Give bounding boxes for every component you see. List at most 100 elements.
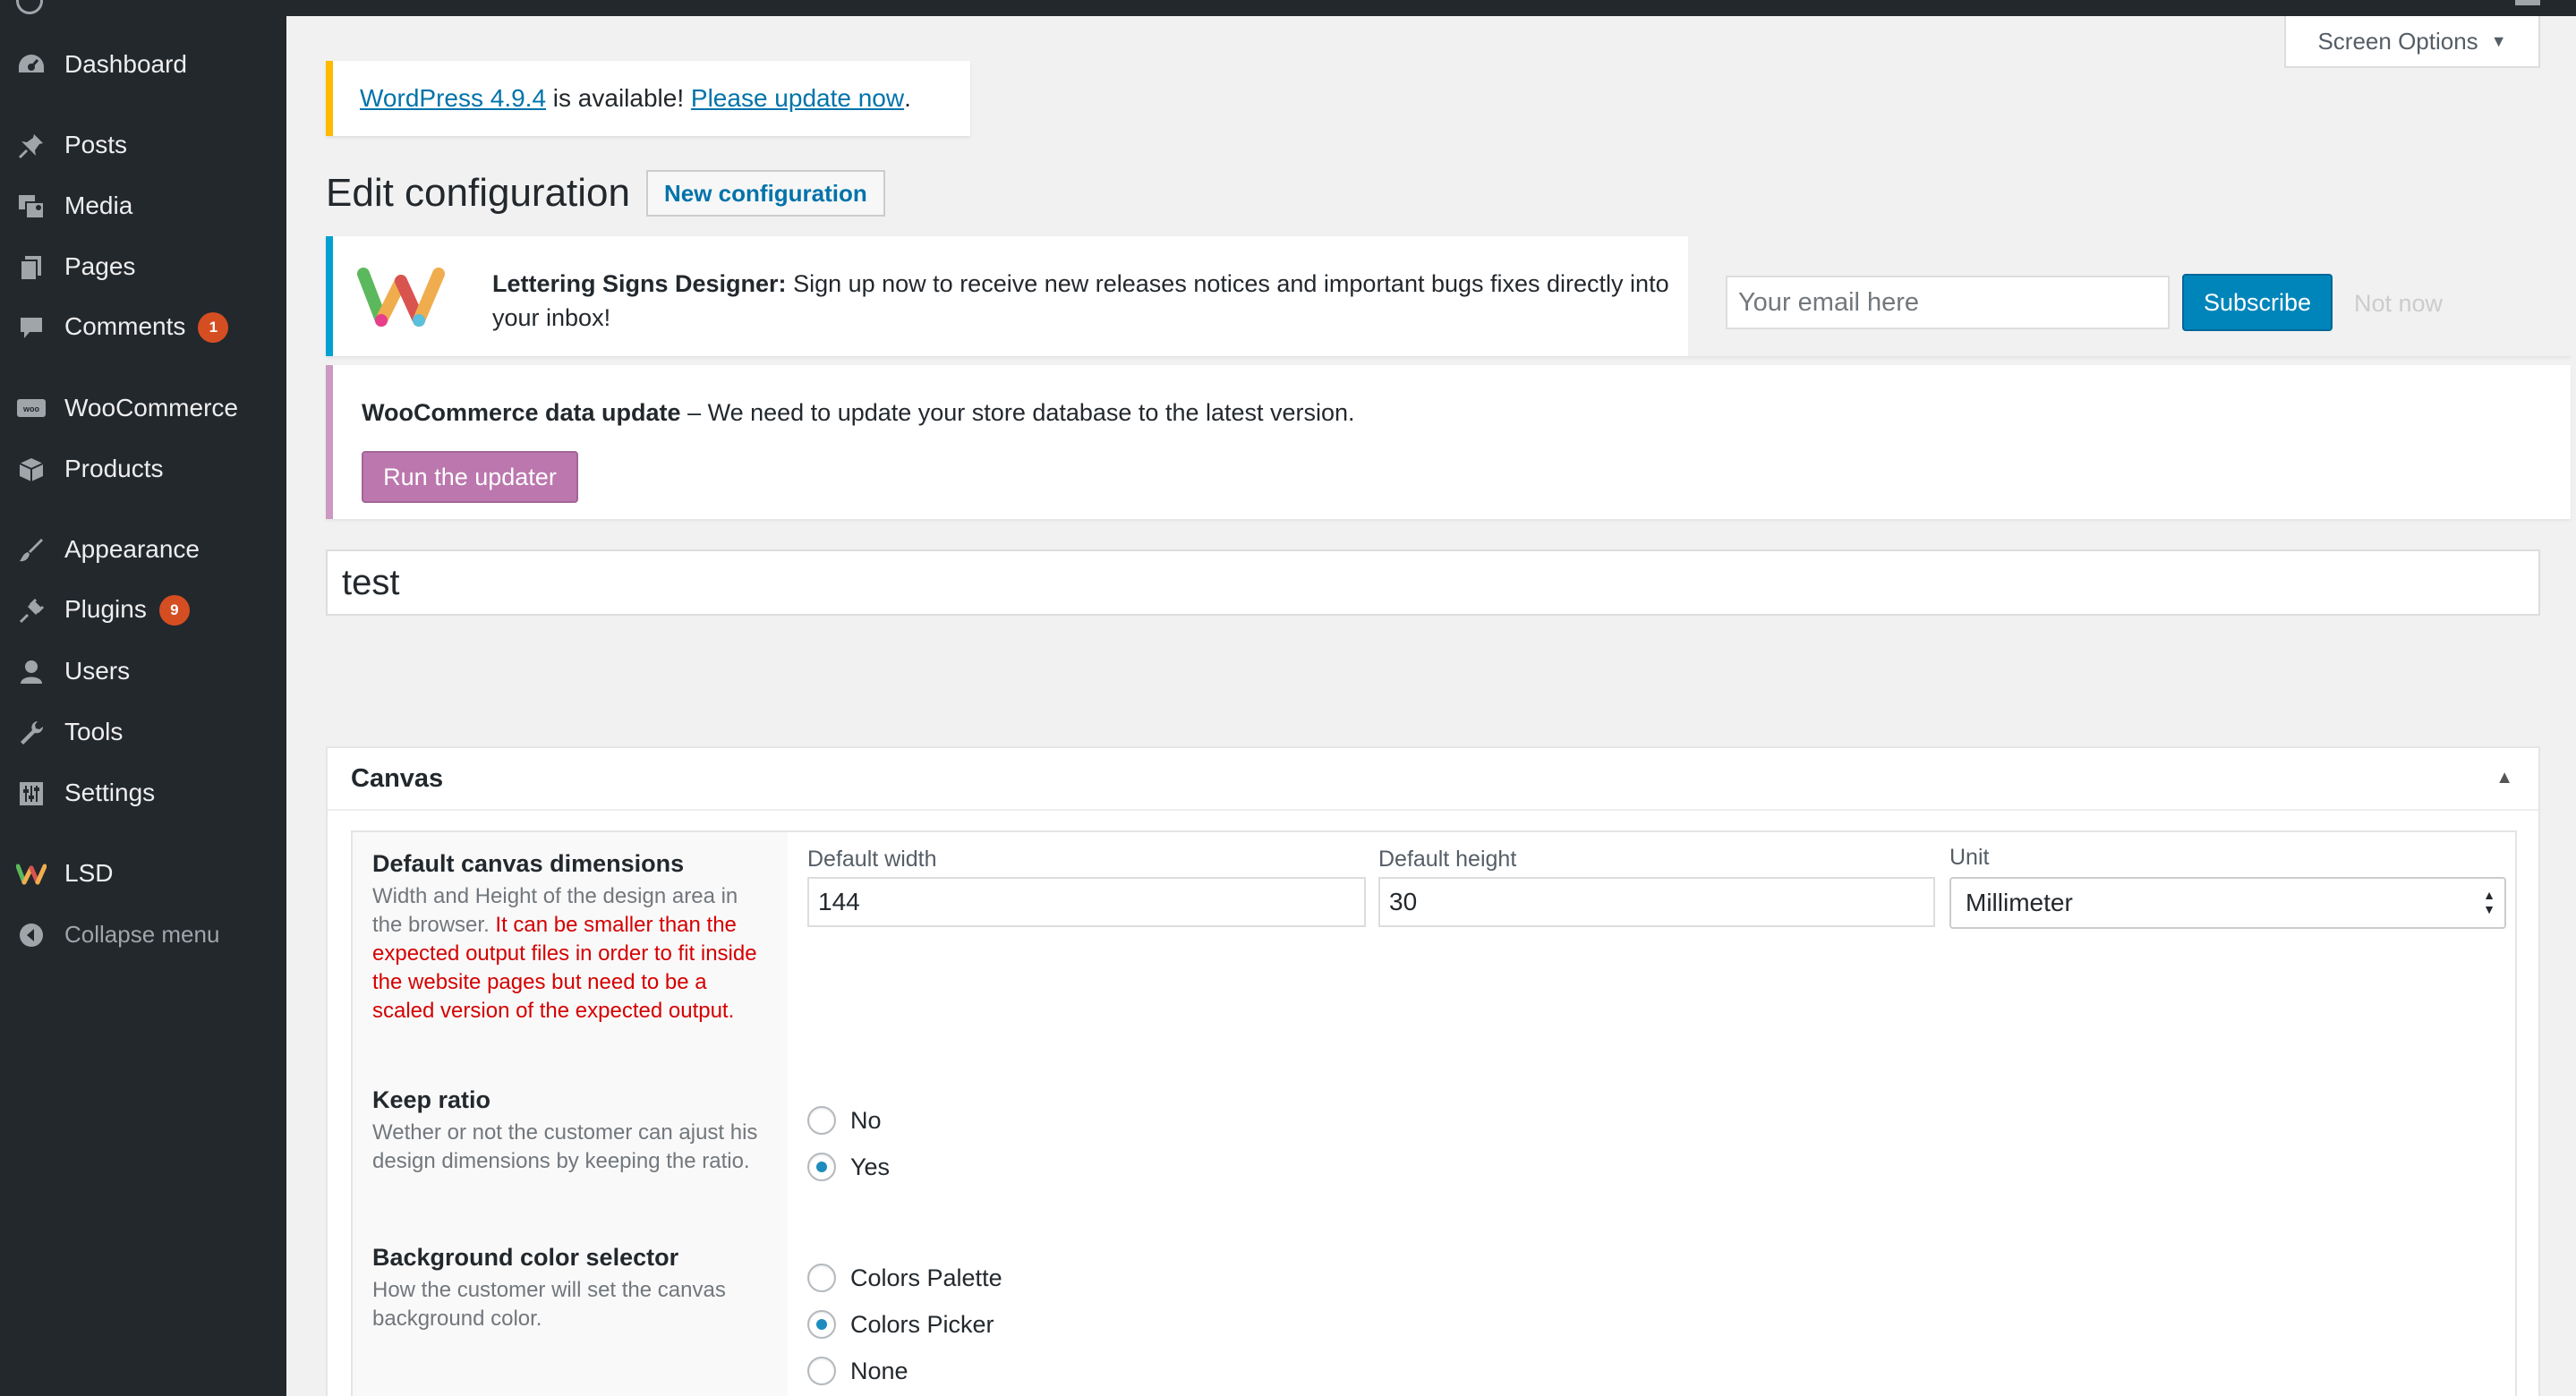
keep-ratio-option-yes[interactable]: Yes bbox=[807, 1153, 890, 1181]
collapse-toggle-icon[interactable]: ▲ bbox=[2495, 768, 2513, 788]
default-width-input[interactable] bbox=[807, 877, 1366, 927]
collapse-arrow-icon bbox=[16, 922, 47, 949]
radio-label: None bbox=[850, 1357, 908, 1384]
sidebar-item-tools[interactable]: Tools bbox=[0, 705, 286, 759]
pages-icon bbox=[16, 254, 47, 281]
update-nag-notice: WordPress 4.9.4 is available! Please upd… bbox=[326, 61, 970, 136]
sidebar-item-label: Appearance bbox=[64, 535, 200, 563]
comment-icon bbox=[16, 315, 47, 342]
lsd-notice-message: Lettering Signs Designer: Sign up now to… bbox=[492, 267, 1674, 335]
sidebar-item-label: Posts bbox=[64, 131, 128, 158]
svg-text:woo: woo bbox=[22, 404, 39, 413]
unit-select[interactable]: Millimeter ▲ ▼ bbox=[1949, 877, 2506, 929]
sidebar-item-dashboard[interactable]: Dashboard bbox=[0, 38, 286, 91]
subscribe-button[interactable]: Subscribe bbox=[2182, 274, 2333, 331]
page-title: Edit configuration bbox=[326, 171, 630, 215]
sidebar-item-label: Comments 1 bbox=[64, 312, 229, 344]
canvas-metabox: Canvas ▲ Default canvas dimensions Width… bbox=[326, 746, 2540, 1396]
main-content: Screen Options ▼ WordPress 4.9.4 is avai… bbox=[286, 16, 2576, 1396]
sidebar-item-label: Dashboard bbox=[64, 50, 187, 78]
page-heading: Edit configuration New configuration bbox=[326, 170, 885, 217]
subscribe-area: Subscribe Not now bbox=[1688, 236, 2576, 356]
plugins-count-badge: 9 bbox=[158, 595, 190, 626]
sidebar-item-label: Users bbox=[64, 657, 131, 685]
wordpress-logo-icon[interactable] bbox=[16, 0, 43, 14]
sidebar-item-comments[interactable]: Comments 1 bbox=[0, 301, 286, 354]
pushpin-icon bbox=[16, 132, 47, 159]
keep-ratio-field-title: Keep ratio bbox=[372, 1086, 491, 1113]
sidebar-item-pages[interactable]: Pages bbox=[0, 240, 286, 294]
user-icon bbox=[16, 659, 47, 685]
default-width-label: Default width bbox=[807, 847, 937, 872]
bg-option-colors-picker[interactable]: Colors Picker bbox=[807, 1310, 994, 1339]
paintbrush-icon bbox=[16, 537, 47, 564]
collapse-menu-button[interactable]: Collapse menu bbox=[0, 907, 286, 961]
bg-option-none[interactable]: None bbox=[807, 1357, 908, 1385]
configuration-title-input[interactable] bbox=[326, 549, 2540, 616]
update-now-link[interactable]: Please update now bbox=[691, 84, 904, 113]
sidebar-item-products[interactable]: Products bbox=[0, 442, 286, 496]
sidebar-item-label: WooCommerce bbox=[64, 394, 238, 421]
screen-options-label: Screen Options bbox=[2317, 27, 2478, 55]
sidebar-item-users[interactable]: Users bbox=[0, 644, 286, 698]
comments-count-badge: 1 bbox=[198, 312, 229, 344]
default-height-label: Default height bbox=[1378, 847, 1517, 872]
lsd-signup-notice: Lettering Signs Designer: Sign up now to… bbox=[326, 236, 2576, 356]
sidebar-item-label: Collapse menu bbox=[64, 920, 220, 948]
sidebar-item-label: Settings bbox=[64, 779, 156, 806]
unit-label: Unit bbox=[1949, 845, 1990, 870]
select-arrows-icon: ▲ ▼ bbox=[2483, 888, 2495, 916]
woocommerce-icon: woo bbox=[16, 396, 47, 422]
wordpress-version-link[interactable]: WordPress 4.9.4 bbox=[360, 84, 546, 113]
radio-label: Colors Picker bbox=[850, 1310, 994, 1338]
radio-button[interactable] bbox=[807, 1357, 836, 1385]
sidebar-item-lsd[interactable]: LSD bbox=[0, 847, 286, 900]
update-nag-end: . bbox=[904, 84, 911, 112]
settings-icon bbox=[16, 780, 47, 807]
woocommerce-update-notice: WooCommerce data update – We need to upd… bbox=[326, 365, 2571, 519]
sidebar-item-posts[interactable]: Posts bbox=[0, 118, 286, 172]
sidebar-item-label: LSD bbox=[64, 859, 114, 887]
new-configuration-button[interactable]: New configuration bbox=[646, 170, 885, 217]
woo-notice-title: WooCommerce data update bbox=[362, 399, 681, 426]
screen-options-button[interactable]: Screen Options ▼ bbox=[2284, 16, 2540, 68]
canvas-metabox-title: Canvas bbox=[351, 764, 444, 793]
admin-bar bbox=[0, 0, 2576, 16]
radio-button-checked[interactable] bbox=[807, 1310, 836, 1339]
dimensions-field-title: Default canvas dimensions bbox=[372, 850, 685, 877]
woo-notice-text: – We need to update your store database … bbox=[680, 399, 1355, 426]
box-icon bbox=[16, 456, 47, 483]
radio-button[interactable] bbox=[807, 1106, 836, 1135]
sidebar-item-label: Products bbox=[64, 455, 164, 482]
lsd-notice-brand: Lettering Signs Designer: bbox=[492, 270, 787, 297]
sidebar-item-appearance[interactable]: Appearance bbox=[0, 523, 286, 576]
bg-selector-field-description: How the customer will set the canvas bac… bbox=[372, 1278, 726, 1331]
radio-button-checked[interactable] bbox=[807, 1153, 836, 1181]
not-now-link[interactable]: Not now bbox=[2354, 290, 2443, 318]
sidebar-item-settings[interactable]: Settings bbox=[0, 766, 286, 820]
radio-label: Colors Palette bbox=[850, 1264, 1002, 1291]
bg-selector-field-title: Background color selector bbox=[372, 1244, 679, 1271]
canvas-metabox-header[interactable]: Canvas ▲ bbox=[328, 748, 2538, 811]
account-menu-icon[interactable] bbox=[2515, 0, 2540, 5]
keep-ratio-field-description: Wether or not the customer can ajust his… bbox=[372, 1120, 758, 1173]
settings-label-column: Default canvas dimensions Width and Heig… bbox=[353, 832, 788, 1396]
radio-button[interactable] bbox=[807, 1264, 836, 1292]
email-field[interactable] bbox=[1726, 276, 2170, 329]
sidebar-item-woocommerce[interactable]: woo WooCommerce bbox=[0, 381, 286, 435]
media-icon bbox=[16, 193, 47, 220]
keep-ratio-option-no[interactable]: No bbox=[807, 1106, 882, 1135]
sidebar-item-label: Tools bbox=[64, 718, 124, 745]
unit-select-value: Millimeter bbox=[1966, 889, 2073, 916]
bg-option-colors-palette[interactable]: Colors Palette bbox=[807, 1264, 1002, 1292]
sidebar-item-plugins[interactable]: Plugins 9 bbox=[0, 583, 286, 637]
sidebar-item-media[interactable]: Media bbox=[0, 179, 286, 233]
run-updater-button[interactable]: Run the updater bbox=[362, 451, 578, 503]
default-height-input[interactable] bbox=[1378, 877, 1935, 927]
sidebar-item-label: Media bbox=[64, 192, 133, 219]
sidebar-item-label: Plugins 9 bbox=[64, 595, 190, 626]
radio-label: Yes bbox=[850, 1153, 891, 1180]
radio-label: No bbox=[850, 1106, 882, 1134]
lsd-logo-icon bbox=[16, 861, 47, 888]
plugin-icon bbox=[16, 598, 47, 625]
